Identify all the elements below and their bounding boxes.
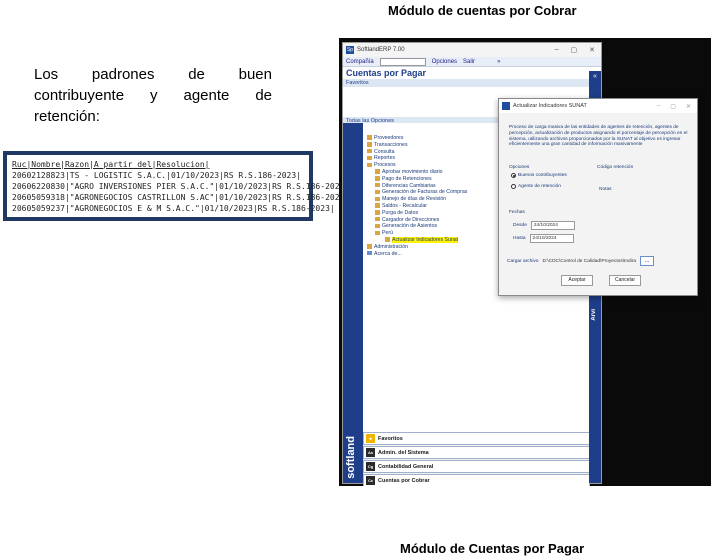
menu-more-icon[interactable]: » <box>497 59 500 65</box>
collapse-icon[interactable]: « <box>589 71 601 83</box>
folder-icon <box>367 148 372 154</box>
app-logo-icon: Sp <box>346 46 354 54</box>
brand-strip: softland <box>343 123 363 483</box>
load-file-row: Cargar archivo D:\CDC\Control de Calidad… <box>507 256 655 266</box>
process-icon <box>375 189 380 195</box>
process-icon <box>385 237 390 242</box>
folder-icon <box>367 244 372 249</box>
folder-icon <box>375 230 380 236</box>
dates-label: Fechas <box>509 210 525 215</box>
process-icon <box>375 210 380 215</box>
padron-file-sample: Ruc|Nombre|Razon|A partir del|Resolucion… <box>3 151 350 221</box>
nav-favoritos[interactable]: ★ Favoritos <box>363 432 590 445</box>
module-nav: ★ Favoritos As Admin. del Sistema Cg Contab… <box>363 431 590 486</box>
nav-contabilidad-general[interactable]: Cg Contabilidad General <box>363 460 590 473</box>
dialog-body: Proceso de carga masiva de las entidades… <box>499 113 697 295</box>
folder-icon <box>367 142 372 147</box>
process-icon <box>375 216 380 222</box>
close-icon[interactable]: ✕ <box>589 46 595 54</box>
retention-code-label: Código retención <box>597 165 634 170</box>
file-row: 20605059237|"AGRONEGOCIOS E & M S.A.C."|… <box>12 204 335 213</box>
menu-salir[interactable]: Salir <box>463 59 475 65</box>
menu-compania[interactable]: Compañía <box>346 59 374 65</box>
nav-admin-sistema[interactable]: As Admin. del Sistema <box>363 446 590 459</box>
ledger-icon: Cg <box>366 462 375 471</box>
file-header-row: Ruc|Nombre|Razon|A partir del|Resolucion… <box>12 160 210 169</box>
process-icon <box>375 176 380 181</box>
intro-paragraph: Los padrones de buen contribuyente y age… <box>34 66 272 125</box>
window-title: SoftlandERP 7.00 <box>357 47 405 53</box>
radio-selected-icon <box>511 173 516 178</box>
maximize-icon[interactable]: ▢ <box>670 103 676 110</box>
desde-label: Desde <box>513 223 527 228</box>
dialog-description: Proceso de carga masiva de las entidades… <box>509 125 688 148</box>
dialog-title: Actualizar Indicadores SUNAT <box>513 103 587 109</box>
process-icon <box>375 223 380 229</box>
favoritos-bar[interactable]: Favoritos <box>343 79 601 87</box>
receivables-icon: Cc <box>366 476 375 485</box>
top-caption: Módulo de cuentas por Cobrar <box>388 3 577 18</box>
file-row: 20606220830|"AGRO INVERSIONES PIER S.A.C… <box>12 182 350 191</box>
right-strip-label: Arvi <box>591 309 597 321</box>
nav-cuentas-por-cobrar[interactable]: Cc Cuentas por Cobrar <box>363 474 590 486</box>
folder-icon <box>367 162 372 168</box>
browse-button[interactable]: ... <box>640 256 655 266</box>
process-icon <box>375 182 380 188</box>
cancel-button[interactable]: Cancelar <box>609 275 641 286</box>
softland-logo: softland <box>345 436 357 479</box>
radio-buenos-contribuyentes[interactable]: Buenos contribuyentes <box>511 173 567 178</box>
hasta-row: Hasta 24/10/2024 <box>513 234 574 243</box>
process-icon <box>375 169 380 174</box>
sunat-dialog: Actualizar Indicadores SUNAT – ▢ ✕ Proce… <box>498 98 698 296</box>
info-icon <box>367 250 372 256</box>
options-label: Opciones <box>509 165 530 170</box>
folder-icon <box>367 155 372 161</box>
desde-row: Desde 24/10/2024 <box>513 221 575 230</box>
process-icon <box>375 196 380 202</box>
bottom-caption: Módulo de Cuentas por Pagar <box>400 541 585 556</box>
erp-titlebar: Sp SoftlandERP 7.00 – ▢ ✕ <box>343 43 601 57</box>
desde-date-input[interactable]: 24/10/2024 <box>530 221 575 230</box>
load-file-label: Cargar archivo <box>507 258 539 264</box>
minimize-icon[interactable]: – <box>657 103 660 110</box>
company-select[interactable] <box>379 57 426 66</box>
dialog-titlebar: Actualizar Indicadores SUNAT – ▢ ✕ <box>499 99 697 113</box>
notes-label: Notas <box>599 187 612 192</box>
hasta-date-input[interactable]: 24/10/2024 <box>529 234 574 243</box>
folder-icon <box>367 135 372 140</box>
file-path-field[interactable]: D:\CDC\Control de Calidad\Proyectos\Indi… <box>542 259 636 264</box>
minimize-icon[interactable]: – <box>555 46 559 54</box>
menu-opciones[interactable]: Opciones <box>432 59 457 65</box>
process-icon <box>375 203 380 208</box>
accept-button[interactable]: Aceptar <box>561 275 593 286</box>
admin-icon: As <box>366 448 375 457</box>
panel-title: Cuentas por Pagar <box>343 67 601 79</box>
maximize-icon[interactable]: ▢ <box>571 46 578 54</box>
file-row: 20605059318|"AGRONEGOCIOS CASTRILLON S.A… <box>12 193 350 202</box>
menubar: Compañía Opciones Salir » <box>343 57 601 67</box>
file-row: 20602128823|TS - LOGISTIC S.A.C.|01/10/2… <box>12 171 301 180</box>
radio-agente-retencion[interactable]: Agente de retención <box>511 184 561 189</box>
star-icon: ★ <box>366 434 375 443</box>
radio-icon <box>511 184 516 189</box>
hasta-label: Hasta <box>513 236 526 241</box>
app-logo-icon <box>502 102 510 110</box>
close-icon[interactable]: ✕ <box>686 103 691 110</box>
